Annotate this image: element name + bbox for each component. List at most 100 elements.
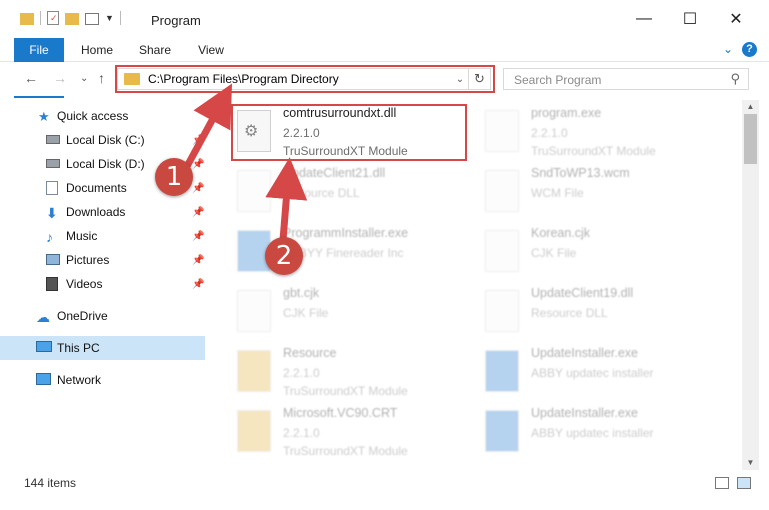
- sidebar-item-label: Local Disk (D:): [66, 157, 145, 171]
- tab-home[interactable]: Home: [74, 38, 120, 62]
- file-description: WCM File: [531, 186, 584, 200]
- expand-ribbon-icon[interactable]: ⌄: [723, 42, 733, 56]
- tab-view[interactable]: View: [188, 38, 234, 62]
- pin-icon[interactable]: 📌: [192, 207, 204, 218]
- sidebar-item-pictures[interactable]: Pictures 📌: [0, 248, 205, 272]
- title-bar: ✓ ▼ Program — ☐ ✕: [0, 0, 769, 38]
- file-name: UpdateClient21.dll: [283, 166, 386, 180]
- cjk-file-icon: [237, 290, 271, 332]
- drive-icon: [46, 135, 60, 144]
- pin-icon[interactable]: 📌: [192, 279, 204, 290]
- file-description: TruSurroundXT Module: [283, 444, 408, 458]
- back-button[interactable]: ←: [24, 70, 38, 86]
- search-input[interactable]: Search Program ⚲: [503, 68, 749, 90]
- file-name: SndToWP13.wcm: [531, 166, 630, 180]
- file-item-updateinstaller-2[interactable]: UpdateInstaller.exe ABBY updatec install…: [483, 404, 728, 464]
- file-item-updateinstaller[interactable]: UpdateInstaller.exe ABBY updatec install…: [483, 344, 728, 404]
- pin-icon[interactable]: 📌: [192, 231, 204, 242]
- forward-button[interactable]: →: [53, 70, 67, 86]
- file-item-gbt-cjk[interactable]: gbt.cjk CJK File: [235, 284, 480, 344]
- drive-icon: [46, 159, 60, 168]
- pictures-icon: [46, 254, 60, 265]
- sidebar-item-label: Videos: [66, 277, 103, 291]
- cjk-file-icon: [485, 230, 519, 272]
- details-view-icon[interactable]: [715, 477, 729, 489]
- tab-share[interactable]: Share: [132, 38, 178, 62]
- file-name: Korean.cjk: [531, 226, 591, 240]
- file-description: Resource DLL: [283, 186, 360, 200]
- file-item-updateclient21[interactable]: UpdateClient21.dll Resource DLL: [235, 164, 480, 224]
- sidebar-item-label: Local Disk (C:): [66, 133, 145, 147]
- file-item-sndtowp13[interactable]: SndToWP13.wcm WCM File: [483, 164, 728, 224]
- callout-badge-1: 1: [155, 158, 193, 196]
- ribbon-tabs: File Home Share View ⌄ ?: [0, 38, 769, 98]
- file-name: UpdateInstaller.exe: [531, 406, 639, 420]
- sidebar-item-music[interactable]: ♪ Music 📌: [0, 224, 205, 248]
- file-version: 2.2.1.0: [283, 366, 320, 380]
- sidebar-item-this-pc[interactable]: This PC: [0, 336, 205, 360]
- scroll-down-icon[interactable]: ▼: [742, 456, 759, 470]
- sidebar-item-network[interactable]: Network: [0, 368, 205, 392]
- file-item-korean-cjk[interactable]: Korean.cjk CJK File: [483, 224, 728, 284]
- installer-icon: [485, 350, 519, 392]
- file-name: gbt.cjk: [283, 286, 320, 300]
- sidebar-item-local-disk-c[interactable]: Local Disk (C:) 📌: [0, 128, 205, 152]
- cloud-icon: ☁: [36, 309, 50, 325]
- sidebar-item-quick-access[interactable]: ★ Quick access: [0, 104, 205, 128]
- pin-icon[interactable]: 📌: [192, 135, 204, 146]
- network-icon: [36, 373, 51, 385]
- file-version: 2.2.1.0: [283, 426, 320, 440]
- sidebar-item-label: Documents: [66, 181, 127, 195]
- new-folder-icon[interactable]: [65, 13, 79, 25]
- folder-icon: [237, 410, 271, 452]
- file-description: Resource DLL: [531, 306, 608, 320]
- file-item-program-exe[interactable]: program.exe 2.2.1.0 TruSurroundXT Module: [483, 104, 728, 164]
- file-description: ABBY updatec installer: [531, 426, 654, 440]
- file-description: TruSurroundXT Module: [531, 144, 656, 158]
- sidebar-item-downloads[interactable]: ⬇ Downloads 📌: [0, 200, 205, 224]
- navigation-pane: ★ Quick access Local Disk (C:) 📌 Local D…: [0, 100, 209, 470]
- file-item-microsoft-vc90-crt[interactable]: Microsoft.VC90.CRT 2.2.1.0 TruSurroundXT…: [235, 404, 480, 464]
- videos-icon: [46, 277, 58, 291]
- sidebar-item-label: OneDrive: [57, 309, 108, 323]
- sidebar-item-videos[interactable]: Videos 📌: [0, 272, 205, 296]
- documents-icon: [46, 181, 58, 195]
- file-version: 2.2.1.0: [531, 126, 568, 140]
- customize-icon[interactable]: [85, 13, 99, 25]
- scrollbar-thumb[interactable]: [744, 114, 757, 164]
- file-name: program.exe: [531, 106, 602, 120]
- exe-file-icon: [485, 110, 519, 152]
- properties-icon[interactable]: ✓: [47, 11, 59, 25]
- scroll-up-icon[interactable]: ▲: [742, 100, 759, 114]
- up-button[interactable]: ↑: [98, 70, 105, 86]
- vertical-scrollbar[interactable]: ▲ ▼: [742, 100, 759, 470]
- file-item-resource[interactable]: Resource 2.2.1.0 TruSurroundXT Module: [235, 344, 480, 404]
- file-description: CJK File: [531, 246, 577, 260]
- toolbar-divider: [119, 11, 121, 25]
- large-icons-view-icon[interactable]: [737, 477, 751, 489]
- pin-icon[interactable]: 📌: [192, 159, 204, 170]
- quick-access-toolbar: ✓ ▼: [20, 11, 121, 25]
- folder-icon: [237, 350, 271, 392]
- status-bar: 144 items: [0, 472, 769, 494]
- sidebar-item-onedrive[interactable]: ☁ OneDrive: [0, 304, 205, 328]
- file-name: UpdateClient19.dll: [531, 286, 634, 300]
- file-description: TruSurroundXT Module: [283, 384, 408, 398]
- installer-icon: [485, 410, 519, 452]
- downloads-icon: ⬇: [46, 205, 58, 221]
- minimize-button[interactable]: —: [621, 0, 667, 38]
- pin-icon[interactable]: 📌: [192, 255, 204, 266]
- search-icon: ⚲: [730, 71, 740, 86]
- file-name: Microsoft.VC90.CRT: [283, 406, 398, 420]
- maximize-button[interactable]: ☐: [667, 0, 713, 38]
- file-item-updateclient19[interactable]: UpdateClient19.dll Resource DLL: [483, 284, 728, 344]
- address-highlight-box: [115, 65, 495, 93]
- folder-icon: [20, 13, 34, 25]
- recent-locations-button[interactable]: ⌄: [80, 73, 88, 84]
- search-placeholder: Search Program: [514, 73, 602, 87]
- help-icon[interactable]: ?: [742, 42, 757, 57]
- pin-icon[interactable]: 📌: [192, 183, 204, 194]
- close-button[interactable]: ✕: [713, 0, 759, 38]
- toolbar-dropdown-icon[interactable]: ▼: [105, 13, 114, 23]
- star-icon: ★: [38, 109, 50, 124]
